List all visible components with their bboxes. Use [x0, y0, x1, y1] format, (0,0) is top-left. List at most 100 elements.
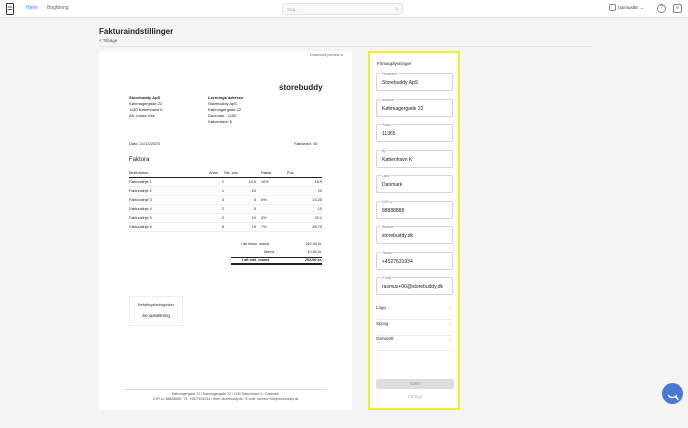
cell: 15 — [224, 222, 256, 232]
section-label: Generelt — [376, 336, 394, 341]
invoice-heading: Faktura — [129, 157, 150, 163]
table-row: Fakturalinje 3 3 5 5% 14.25 — [129, 195, 322, 205]
field-value: 11365 — [382, 131, 396, 137]
footer-line: CVR-nr. 88888888 / Tlf. +4527631934 / We… — [152, 397, 299, 401]
section-label: Sprog — [376, 321, 389, 326]
total-label: I alt inkl. moms — [242, 258, 270, 263]
cell: 10.5 — [224, 177, 256, 187]
chat-bubble-button[interactable] — [662, 383, 683, 404]
total-label: I alt ekskl. moms — [241, 242, 270, 247]
field-value: København K — [382, 157, 413, 163]
total-value: 40,50 kr. — [307, 250, 322, 255]
table-row: Fakturalinje 2 1 20 20 — [129, 186, 322, 196]
field-label: Firmanavn — [381, 72, 399, 76]
chevron-down-icon: ⌄ — [448, 305, 452, 310]
cell: 20 — [224, 186, 256, 196]
payment-terms-title: Betalingsbetingelser — [137, 302, 175, 307]
cell: 2 — [209, 177, 224, 187]
divider — [99, 46, 592, 47]
address-field[interactable]: Adresse Købmagergade 22 — [376, 98, 453, 117]
cell: 7% — [256, 222, 287, 232]
cell: 10% — [256, 177, 287, 187]
panel-title: Firmaoplysninger — [377, 61, 412, 66]
cell: Fakturalinje 3 — [129, 195, 209, 205]
field-value: +4527631934 — [382, 259, 413, 265]
city-field[interactable]: By København K — [376, 149, 453, 168]
field-label: CVR-nr. — [381, 200, 395, 204]
help-icon[interactable]: ? — [657, 4, 666, 13]
field-label: Telefon — [381, 251, 394, 255]
cell: Fakturalinje 6 — [129, 222, 209, 232]
download-preview-button[interactable]: Download preview ⊘ — [310, 53, 343, 57]
cell: 5 — [224, 195, 256, 205]
user-name: rasmus06 — [618, 5, 638, 10]
invoice-footer: Købmagergade 22 / Købmagergade 22 / 1150… — [124, 389, 327, 402]
search-input[interactable]: Søg... ⌕ — [282, 3, 403, 15]
sender-line: Att. Lasse Kirk — [129, 113, 155, 118]
shipping-line: København K — [208, 119, 233, 124]
payment-settings-link[interactable]: Se opsætning — [130, 313, 182, 318]
company-icon — [609, 4, 616, 11]
chat-icon — [667, 394, 679, 401]
invoice-date: Dato: 21/12/2025 — [129, 141, 160, 146]
website-field[interactable]: Website storebuddy.dk — [376, 225, 453, 244]
shipping-address: Leverings adresse Storebuddy ApS Købmage… — [208, 95, 243, 125]
section-general[interactable]: Generelt ⌄ — [376, 336, 453, 351]
field-label: Postnr. — [381, 123, 393, 127]
field-label: Adresse — [381, 98, 395, 102]
table-row: Fakturalinje 6 5 15 7% 69.75 — [129, 222, 322, 232]
total-value: 162,00 kr. — [305, 242, 322, 247]
total-label: Moms — [264, 250, 275, 255]
field-value: storebuddy.dk — [382, 233, 414, 239]
table-row: Fakturalinje 1 2 10.5 10% 18.9 — [129, 177, 322, 187]
cell: 3% — [256, 213, 287, 223]
cell: 5 — [224, 204, 256, 214]
company-name-field[interactable]: Firmanavn Storebuddy ApS — [376, 72, 453, 91]
search-placeholder: Søg... — [287, 7, 300, 12]
section-label: Logo — [376, 305, 387, 310]
cell: 20 — [287, 186, 322, 196]
postal-code-field[interactable]: Postnr. 11365 — [376, 123, 453, 142]
payment-terms-box: Betalingsbetingelser Se opsætning — [129, 296, 183, 326]
phone-field[interactable]: Telefon +4527631934 — [376, 251, 453, 270]
cell: 10 — [287, 204, 322, 214]
back-link[interactable]: < Tilbage — [99, 38, 117, 43]
app-logo-icon[interactable] — [6, 3, 14, 15]
total-row: I alt inkl. moms 202,50 kr. — [231, 256, 322, 265]
field-value: Danmark — [382, 182, 403, 188]
cell: 3 — [209, 213, 224, 223]
cvr-field[interactable]: CVR-nr. 88888888 — [376, 200, 453, 219]
user-menu[interactable]: rasmus06 ⌄ — [609, 4, 644, 11]
cell: 2 — [209, 204, 224, 214]
invoice-totals: I alt ekskl. moms 162,00 kr. Moms 40,50 kr… — [231, 240, 322, 265]
cell: 14.25 — [287, 195, 322, 205]
table-row: Fakturalinje 4 2 5 10 — [129, 204, 322, 214]
invoice-table: Beskrivelse Antal Stk. pris Rabat Pris F… — [129, 171, 322, 232]
save-button[interactable]: Gem — [376, 379, 454, 389]
cell: Fakturalinje 4 — [129, 204, 209, 214]
top-bar: Hjem Bogføring Søg... ⌕ rasmus06 ⌄ ? ≡ — [0, 0, 688, 18]
document-icon[interactable]: ≡ — [673, 4, 682, 13]
cell — [256, 204, 287, 214]
chevron-down-icon: ⌄ — [448, 336, 452, 341]
page-title: Fakturaindstillinger — [99, 27, 174, 36]
section-language[interactable]: Sprog ⌄ — [376, 321, 453, 336]
nav-bookkeeping[interactable]: Bogføring — [47, 5, 69, 11]
cell: 5% — [256, 195, 287, 205]
cell: 29.1 — [287, 213, 322, 223]
sender-address: Storebuddy ApS Købmagergade 22 1150 Købe… — [129, 95, 163, 119]
total-row: Moms 40,50 kr. — [231, 248, 322, 256]
nav-home[interactable]: Hjem — [26, 5, 38, 11]
field-label: By — [381, 149, 387, 153]
total-row: I alt ekskl. moms 162,00 kr. — [231, 240, 322, 248]
cell: Fakturalinje 1 — [129, 177, 209, 187]
email-field[interactable]: E-mail rasmus+06@storebuddy.dk — [376, 276, 453, 295]
company-info-panel: Firmaoplysninger Firmanavn Storebuddy ApS… — [368, 51, 460, 410]
cancel-button[interactable]: Fortryd — [376, 394, 454, 402]
country-field[interactable]: Land Danmark — [376, 174, 453, 193]
table-row: Fakturalinje 5 3 10 3% 29.1 — [129, 213, 322, 223]
total-value: 202,50 kr. — [304, 258, 322, 263]
cell: 1 — [209, 186, 224, 196]
section-logo[interactable]: Logo ⌄ — [376, 305, 453, 320]
cell: 3 — [209, 195, 224, 205]
